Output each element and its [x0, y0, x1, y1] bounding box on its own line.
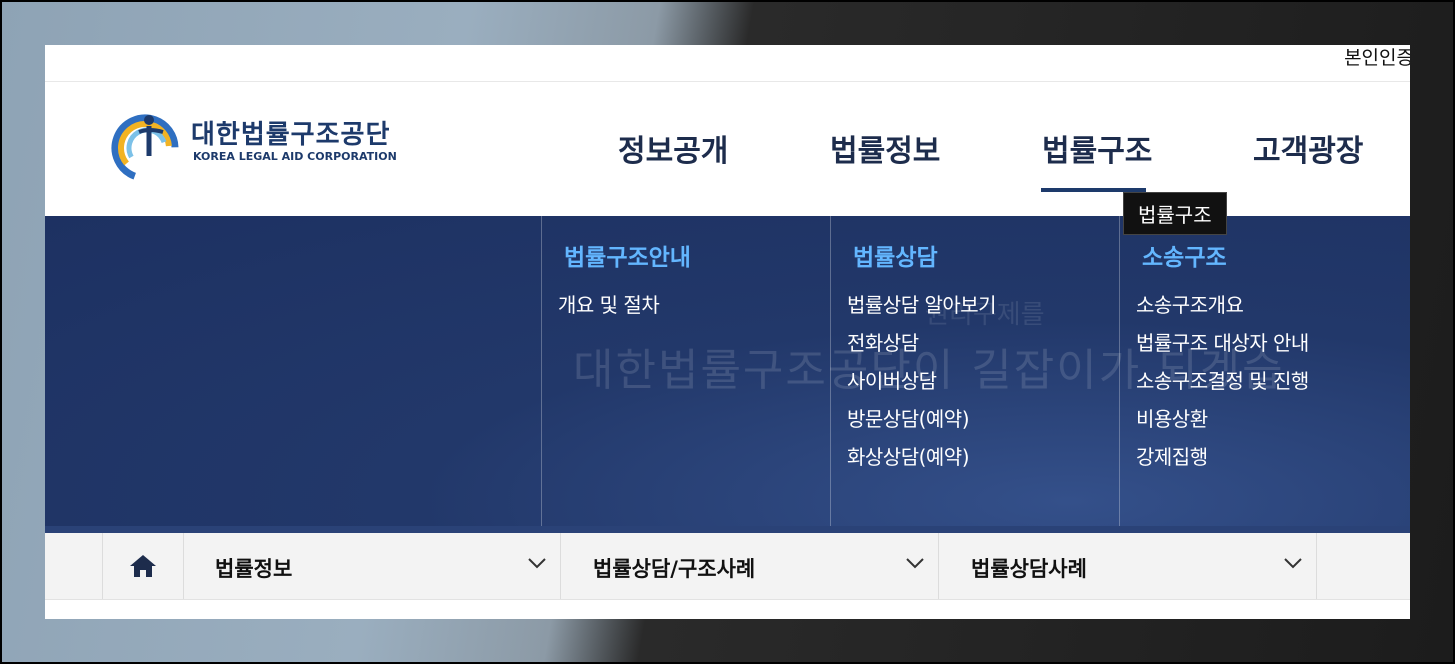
mega-col-title[interactable]: 법률상담 — [853, 238, 938, 272]
chevron-down-icon — [906, 558, 924, 569]
gnb-tooltip: 법률구조 — [1123, 192, 1227, 235]
mega-col-legal-aid-guide: 법률구조안내 개요 및 절차 — [541, 216, 830, 533]
home-button[interactable] — [102, 533, 184, 599]
menu-item-decision-progress[interactable]: 소송구조결정 및 진행 — [1136, 368, 1309, 406]
menu-item-cyber-consultation[interactable]: 사이버상담 — [847, 368, 996, 406]
website-page: 본인인증 대한법률구조공단 KOREA LEGAL AID CORPORATIO… — [45, 45, 1410, 619]
mega-col-litigation-aid: 소송구조 소송구조개요 법률구조 대상자 안내 소송구조결정 및 진행 비용상환… — [1119, 216, 1410, 533]
mega-col-list: 소송구조개요 법률구조 대상자 안내 소송구조결정 및 진행 비용상환 강제집행 — [1136, 292, 1309, 482]
gnb-info-disclosure[interactable]: 정보공개 — [618, 126, 728, 170]
logo-name-korean: 대한법률구조공단 — [191, 120, 391, 150]
mega-col-list: 개요 및 절차 — [558, 292, 660, 330]
breadcrumb-dropdown-depth1[interactable]: 법률정보 — [183, 533, 561, 599]
menu-item-video-consultation[interactable]: 화상상담(예약) — [847, 444, 996, 482]
mega-col-list: 법률상담 알아보기 전화상담 사이버상담 방문상담(예약) 화상상담(예약) — [847, 292, 997, 482]
mega-col-legal-consultation: 법률상담 법률상담 알아보기 전화상담 사이버상담 방문상담(예약) 화상상담(… — [830, 216, 1119, 533]
mega-col-title[interactable]: 법률구조안내 — [564, 238, 691, 272]
breadcrumb-label: 법률상담사례 — [971, 557, 1087, 581]
gnb-legal-aid[interactable]: 법률구조 — [1042, 126, 1152, 170]
breadcrumb-label: 법률상담/구조사례 — [593, 557, 756, 581]
breadcrumb-dropdown-depth2[interactable]: 법률상담/구조사례 — [561, 533, 939, 599]
identity-verification-link[interactable]: 본인인증 — [1344, 45, 1410, 70]
menu-item-litigation-overview[interactable]: 소송구조개요 — [1136, 292, 1309, 330]
breadcrumb-label: 법률정보 — [215, 557, 293, 581]
site-logo[interactable]: 대한법률구조공단 KOREA LEGAL AID CORPORATION — [109, 110, 429, 182]
menu-item-phone-consultation[interactable]: 전화상담 — [847, 330, 996, 368]
menu-item-compulsory-execution[interactable]: 강제집행 — [1136, 444, 1309, 482]
mega-menu-bottom-strip — [45, 526, 1410, 533]
location-bar: 법률정보 법률상담/구조사례 법률상담사례 — [45, 533, 1410, 600]
logo-emblem-icon — [111, 114, 179, 182]
breadcrumb-dropdown-depth3[interactable]: 법률상담사례 — [939, 533, 1317, 599]
menu-item-consultation-intro[interactable]: 법률상담 알아보기 — [847, 292, 997, 330]
menu-item-overview-procedure[interactable]: 개요 및 절차 — [558, 292, 660, 330]
menu-item-eligibility-guide[interactable]: 법률구조 대상자 안내 — [1136, 330, 1309, 368]
logo-name-english: KOREA LEGAL AID CORPORATION — [193, 150, 397, 163]
gnb-customer-plaza[interactable]: 고객광장 — [1253, 126, 1363, 170]
mega-col-title[interactable]: 소송구조 — [1142, 238, 1227, 272]
menu-item-visit-consultation[interactable]: 방문상담(예약) — [847, 406, 996, 444]
chevron-down-icon — [1284, 558, 1302, 569]
gnb-legal-info[interactable]: 법률정보 — [830, 126, 940, 170]
mega-menu-panel: 권리구제를 대한법률구조공단이 길잡이가 되겠습 법률구조안내 개요 및 절차 … — [45, 216, 1410, 533]
utility-bar: 본인인증 — [45, 45, 1410, 82]
menu-item-cost-reimbursement[interactable]: 비용상환 — [1136, 406, 1309, 444]
chevron-down-icon — [528, 558, 546, 569]
home-icon — [130, 555, 156, 577]
